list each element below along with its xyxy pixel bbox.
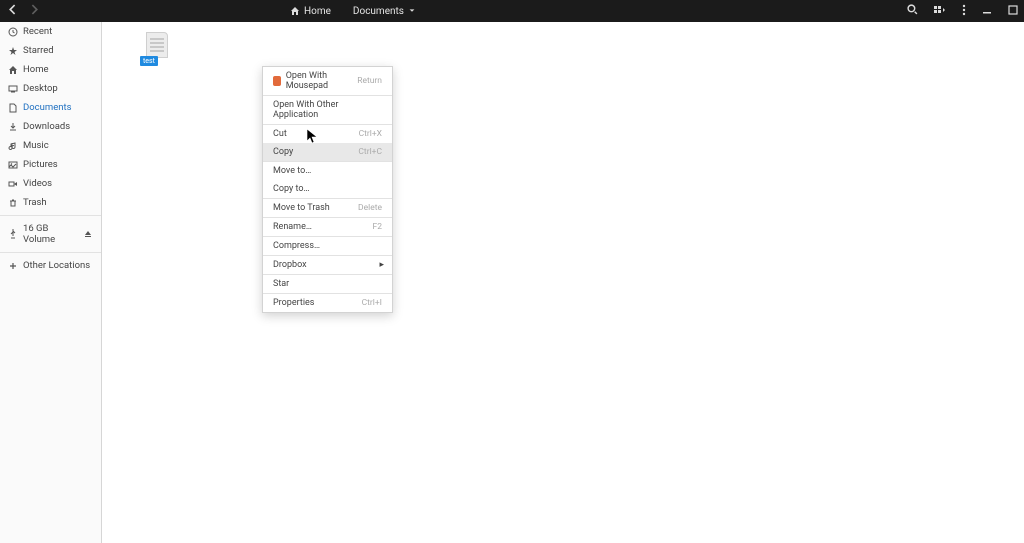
ctx-rename[interactable]: Rename… F2: [263, 218, 392, 236]
sidebar: Recent Starred Home Desktop Documents Downloa…: [0, 22, 102, 543]
ctx-open-other[interactable]: Open With Other Application: [263, 96, 392, 124]
sidebar-item-starred[interactable]: Starred: [0, 41, 101, 60]
ctx-label: Move to Trash: [273, 203, 330, 213]
sidebar-item-label: Starred: [23, 45, 54, 56]
nav-forward-button: [28, 4, 39, 18]
sidebar-item-label: Trash: [23, 197, 47, 208]
ctx-copy-to[interactable]: Copy to…: [263, 180, 392, 198]
sidebar-item-home[interactable]: Home: [0, 60, 101, 79]
doc-icon: [8, 103, 18, 113]
arrow-left-icon: [8, 4, 19, 15]
sidebar-item-recent[interactable]: Recent: [0, 22, 101, 41]
minimize-button[interactable]: [982, 5, 992, 18]
home-icon: [8, 65, 18, 75]
search-button[interactable]: [907, 4, 918, 18]
ctx-label: Rename…: [273, 222, 312, 232]
sidebar-other-locations[interactable]: Other Locations: [0, 256, 101, 275]
arrow-right-icon: [28, 4, 39, 15]
usb-icon: [8, 229, 18, 239]
sidebar-volume[interactable]: 16 GB Volume: [0, 219, 101, 249]
mousepad-icon: [273, 76, 281, 86]
breadcrumb-current[interactable]: Documents: [349, 4, 420, 19]
breadcrumb-label: Documents: [353, 6, 404, 17]
ctx-accel: Return: [357, 76, 382, 86]
ctx-accel: Ctrl+I: [362, 298, 382, 308]
sidebar-item-trash[interactable]: Trash: [0, 193, 101, 212]
ctx-dropbox[interactable]: Dropbox ▸: [263, 256, 392, 274]
sidebar-item-music[interactable]: Music: [0, 136, 101, 155]
ctx-copy[interactable]: Copy Ctrl+C: [263, 143, 392, 161]
breadcrumb-label: Home: [304, 6, 331, 17]
sidebar-item-label: Downloads: [23, 121, 70, 132]
ctx-label: Open With Other Application: [273, 100, 382, 120]
sidebar-item-documents[interactable]: Documents: [0, 98, 101, 117]
sidebar-divider: [0, 215, 101, 216]
eject-icon[interactable]: [83, 229, 93, 239]
ctx-move-to[interactable]: Move to…: [263, 162, 392, 180]
ctx-label: Cut: [273, 129, 287, 139]
sidebar-item-label: Desktop: [23, 83, 58, 94]
chevron-down-icon: [408, 7, 416, 15]
nav-back-button[interactable]: [8, 4, 19, 18]
plus-icon: [8, 261, 18, 271]
ctx-label: Open With Mousepad: [286, 71, 352, 91]
menu-button[interactable]: [962, 4, 966, 19]
header-bar: Home Documents: [0, 0, 1024, 22]
ctx-properties[interactable]: Properties Ctrl+I: [263, 294, 392, 312]
sidebar-item-label: Home: [23, 64, 49, 75]
clock-icon: [8, 27, 18, 37]
chevron-right-icon: ▸: [379, 260, 384, 270]
home-icon: [290, 6, 300, 16]
ctx-compress[interactable]: Compress…: [263, 237, 392, 255]
ctx-label: Star: [273, 279, 289, 289]
file-label[interactable]: test: [140, 56, 158, 66]
sidebar-item-videos[interactable]: Videos: [0, 174, 101, 193]
context-menu: Open With Mousepad Return Open With Othe…: [262, 66, 393, 313]
star-icon: [8, 46, 18, 56]
breadcrumb-home[interactable]: Home: [286, 4, 335, 19]
sidebar-item-label: Recent: [23, 26, 52, 37]
picture-icon: [8, 160, 18, 170]
ctx-label: Dropbox: [273, 260, 307, 270]
ctx-accel: Delete: [358, 203, 382, 213]
desktop-icon: [8, 84, 18, 94]
view-toggle-button[interactable]: [934, 5, 946, 18]
ctx-accel: Ctrl+C: [358, 147, 382, 157]
sidebar-item-downloads[interactable]: Downloads: [0, 117, 101, 136]
minimize-icon: [982, 5, 992, 15]
sidebar-item-desktop[interactable]: Desktop: [0, 79, 101, 98]
main-pane[interactable]: test Open With Mousepad Return Open With…: [102, 22, 1024, 543]
sidebar-divider: [0, 252, 101, 253]
ctx-cut[interactable]: Cut Ctrl+X: [263, 125, 392, 143]
sidebar-item-label: 16 GB Volume: [23, 223, 78, 245]
grid-icon: [934, 5, 946, 15]
sidebar-item-label: Pictures: [23, 159, 58, 170]
ctx-label: Copy: [273, 147, 293, 157]
ctx-label: Properties: [273, 298, 314, 308]
file-item[interactable]: [146, 32, 168, 58]
ctx-move-trash[interactable]: Move to Trash Delete: [263, 199, 392, 217]
video-icon: [8, 179, 18, 189]
ctx-label: Copy to…: [273, 184, 310, 194]
ctx-accel: Ctrl+X: [359, 129, 382, 139]
ctx-open-with-app[interactable]: Open With Mousepad Return: [263, 67, 392, 95]
maximize-icon: [1008, 5, 1018, 15]
music-icon: [8, 141, 18, 151]
ctx-star[interactable]: Star: [263, 275, 392, 293]
ctx-accel: F2: [373, 222, 382, 232]
download-icon: [8, 122, 18, 132]
search-icon: [907, 4, 918, 15]
ctx-label: Move to…: [273, 166, 311, 176]
sidebar-item-label: Music: [23, 140, 49, 151]
sidebar-item-label: Other Locations: [23, 260, 90, 271]
sidebar-item-label: Documents: [23, 102, 72, 113]
maximize-button[interactable]: [1008, 5, 1018, 18]
sidebar-item-label: Videos: [23, 178, 52, 189]
sidebar-item-pictures[interactable]: Pictures: [0, 155, 101, 174]
kebab-icon: [962, 4, 966, 16]
ctx-label: Compress…: [273, 241, 320, 251]
trash-icon: [8, 198, 18, 208]
